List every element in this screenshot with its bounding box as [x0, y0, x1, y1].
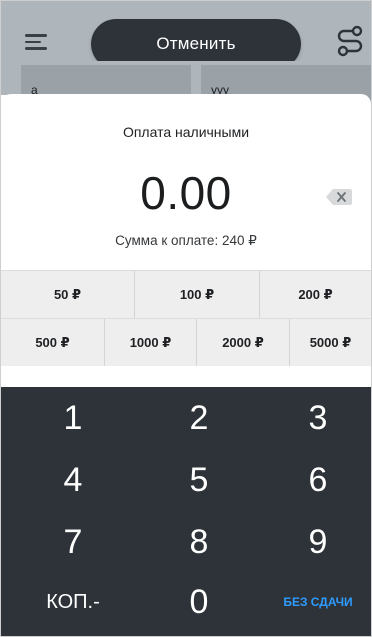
- hamburger-menu-icon[interactable]: [25, 34, 47, 50]
- key-2[interactable]: 2: [137, 387, 261, 449]
- quick-amount-button[interactable]: 2000 ₽: [197, 319, 290, 366]
- quick-amount-button[interactable]: 100 ₽: [135, 271, 260, 318]
- cash-payment-sheet: Оплата наличными 0.00 Сумма к оплате: 24…: [1, 94, 371, 636]
- route-icon[interactable]: [335, 25, 365, 57]
- quick-amount-button[interactable]: 500 ₽: [1, 319, 105, 366]
- key-3[interactable]: 3: [256, 387, 371, 449]
- quick-amount-button[interactable]: 50 ₽: [1, 271, 135, 318]
- sheet-title: Оплата наличными: [122, 124, 250, 140]
- key-6[interactable]: 6: [256, 449, 371, 511]
- key-5[interactable]: 5: [137, 449, 261, 511]
- key-0[interactable]: 0: [137, 571, 261, 633]
- quick-amount-button[interactable]: 5000 ₽: [290, 319, 371, 366]
- background-tiles: a yyy: [1, 61, 371, 105]
- no-change-button[interactable]: БЕЗ СДАЧИ: [256, 571, 371, 633]
- top-bar: Отменить: [1, 1, 371, 69]
- entered-amount: 0.00: [140, 167, 232, 219]
- quick-amount-button[interactable]: 1000 ₽: [105, 319, 197, 366]
- quick-amounts-row: 500 ₽ 1000 ₽ 2000 ₽ 5000 ₽: [1, 318, 371, 366]
- key-4[interactable]: 4: [11, 449, 135, 511]
- key-8[interactable]: 8: [137, 511, 261, 573]
- key-1[interactable]: 1: [11, 387, 135, 449]
- quick-amount-button[interactable]: 200 ₽: [260, 271, 371, 318]
- amount-due: Сумма к оплате: 240 ₽: [115, 233, 257, 248]
- key-9[interactable]: 9: [256, 511, 371, 573]
- key-7[interactable]: 7: [11, 511, 135, 573]
- backspace-icon[interactable]: [326, 189, 352, 205]
- quick-amounts-row: 50 ₽ 100 ₽ 200 ₽: [1, 270, 371, 318]
- numeric-keypad: 1 2 3 4 5 6 7 8 9 КОП.- 0 БЕЗ СДАЧИ: [1, 387, 371, 636]
- payment-screen: Отменить a yyy Оплата наличными 0.00 Сум…: [0, 0, 372, 637]
- kopecks-button[interactable]: КОП.-: [11, 571, 135, 633]
